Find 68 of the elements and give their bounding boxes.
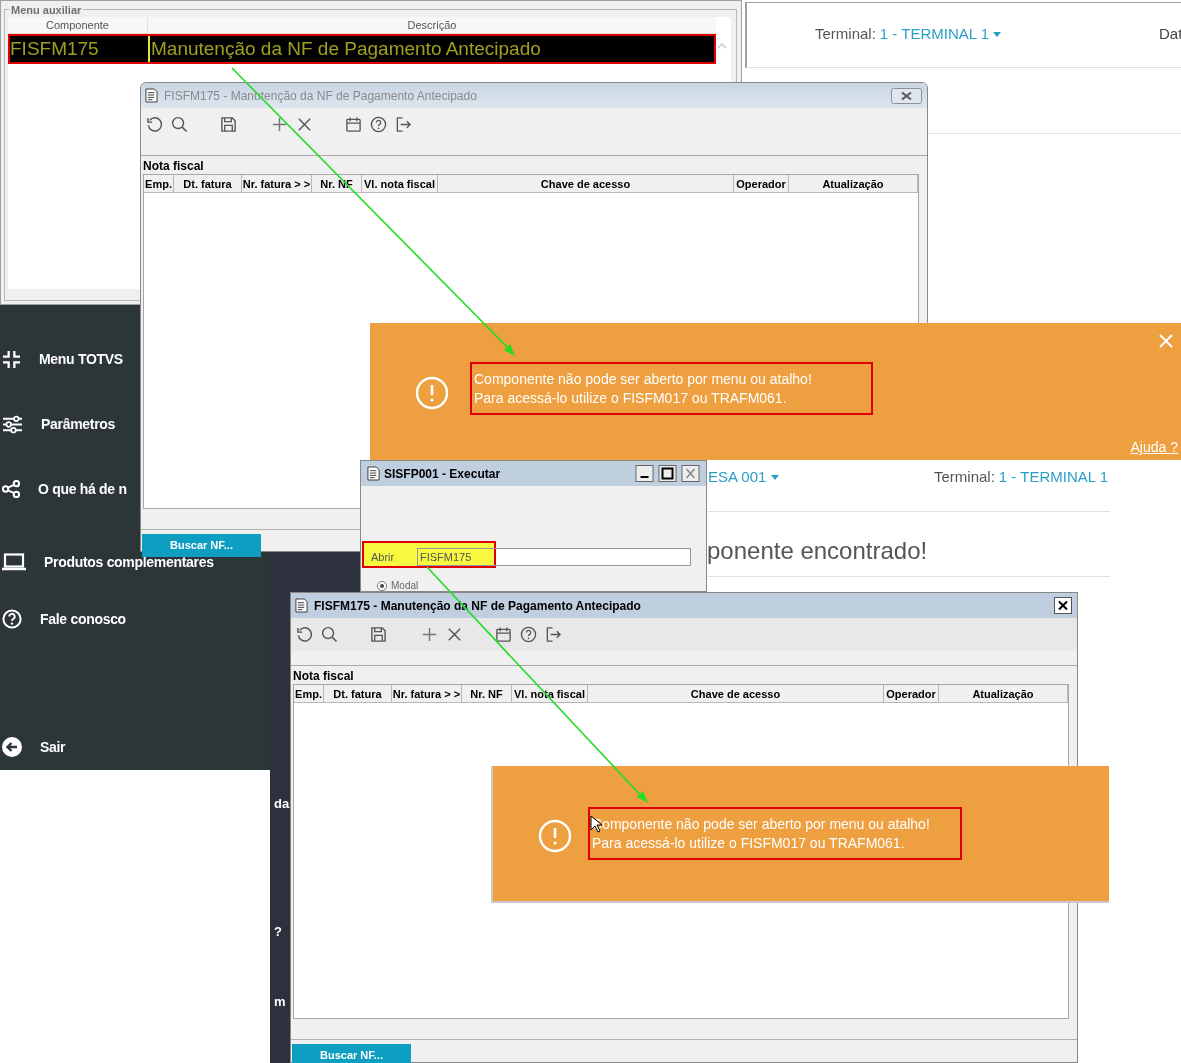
column-header[interactable]: Atualização	[939, 685, 1068, 703]
column-header[interactable]: Dt. fatura	[174, 175, 242, 193]
text-fragment: m	[274, 993, 286, 1011]
help-icon[interactable]	[520, 626, 537, 643]
column-header[interactable]: Nr. NF	[462, 685, 512, 703]
plus-icon[interactable]	[271, 116, 288, 133]
document-icon	[295, 598, 308, 613]
document-icon	[145, 88, 158, 103]
terminal-label: Terminal:	[815, 24, 876, 44]
search-icon[interactable]	[171, 116, 188, 133]
page-heading: ponente encontrado!	[707, 536, 928, 566]
table-cell-text: Manutenção da NF de Pagamento Antecipado	[150, 37, 542, 61]
column-header[interactable]: Nr. fatura > >	[242, 175, 312, 193]
alert-message: Componente não pode ser aberto por menu ou atalho! Para acessá-lo utilize o FISFM017 ou TRAFM061.	[470, 362, 873, 415]
close-button[interactable]	[1054, 597, 1072, 614]
column-header[interactable]: Emp.	[144, 175, 174, 193]
sidebar-item[interactable]: Fale conosco	[40, 608, 126, 630]
search-icon[interactable]	[321, 626, 338, 643]
close-button[interactable]	[891, 87, 922, 104]
undo-icon[interactable]	[296, 626, 313, 643]
caret-icon[interactable]	[993, 31, 1002, 37]
text-fragment: da	[274, 795, 290, 813]
sidebar-item[interactable]: Parâmetros	[41, 413, 116, 435]
exit-icon[interactable]	[545, 626, 562, 643]
field-label: Abrir	[371, 550, 395, 565]
minimize-button[interactable]	[635, 465, 654, 482]
table-cell: FISFM175	[10, 36, 150, 62]
column-header[interactable]: Operador	[884, 685, 939, 703]
laptop-icon	[2, 553, 26, 571]
column-header[interactable]: Chave de acesso	[588, 685, 884, 703]
text-fragment: ?	[274, 923, 282, 941]
sidebar-item[interactable]: O que há de n	[38, 478, 127, 500]
close-icon[interactable]	[296, 116, 313, 133]
column-header[interactable]: Nr. fatura > >	[392, 685, 462, 703]
column-header[interactable]: Vl. nota fiscal	[362, 175, 438, 193]
column-header[interactable]: Chave de acesso	[438, 175, 734, 193]
column-header[interactable]: Componente	[8, 17, 148, 33]
save-icon[interactable]	[370, 626, 387, 643]
alert-icon	[415, 376, 449, 410]
caret-icon[interactable]	[771, 474, 780, 480]
maximize-button[interactable]	[658, 465, 677, 482]
collapse-icon	[2, 349, 21, 369]
document-icon	[367, 466, 380, 481]
terminal-label: Terminal:	[934, 467, 995, 487]
calendar-icon[interactable]	[495, 626, 512, 643]
column-header[interactable]: Operador	[734, 175, 789, 193]
column-header[interactable]: Atualização	[789, 175, 918, 193]
column-header[interactable]: Dt. fatura	[324, 685, 392, 703]
section-label: Nota fiscal	[293, 668, 354, 684]
help-icon[interactable]	[370, 116, 387, 133]
table-row[interactable]: FISFM175 Manutenção da NF de Pagamento Antecipado	[8, 34, 716, 64]
sidebar-item[interactable]: Sair	[40, 736, 66, 758]
input-field[interactable]: FISFM175	[417, 548, 691, 566]
save-icon[interactable]	[220, 116, 237, 133]
section-label: Nota fiscal	[143, 158, 204, 174]
calendar-icon[interactable]	[345, 116, 362, 133]
radio-option[interactable]: Modal	[377, 581, 419, 591]
column-header[interactable]: Descrição	[148, 17, 716, 33]
window-title: SISFP001 - Executar	[384, 465, 502, 483]
plus-icon[interactable]	[421, 626, 438, 643]
help-icon	[2, 609, 22, 629]
share-icon	[2, 480, 20, 498]
close-icon[interactable]	[446, 626, 463, 643]
alert-icon	[538, 819, 572, 853]
undo-icon[interactable]	[146, 116, 163, 133]
column-header[interactable]: Emp.	[294, 685, 324, 703]
exit-icon[interactable]	[395, 116, 412, 133]
sidebar-item[interactable]: Menu TOTVS	[39, 348, 123, 370]
